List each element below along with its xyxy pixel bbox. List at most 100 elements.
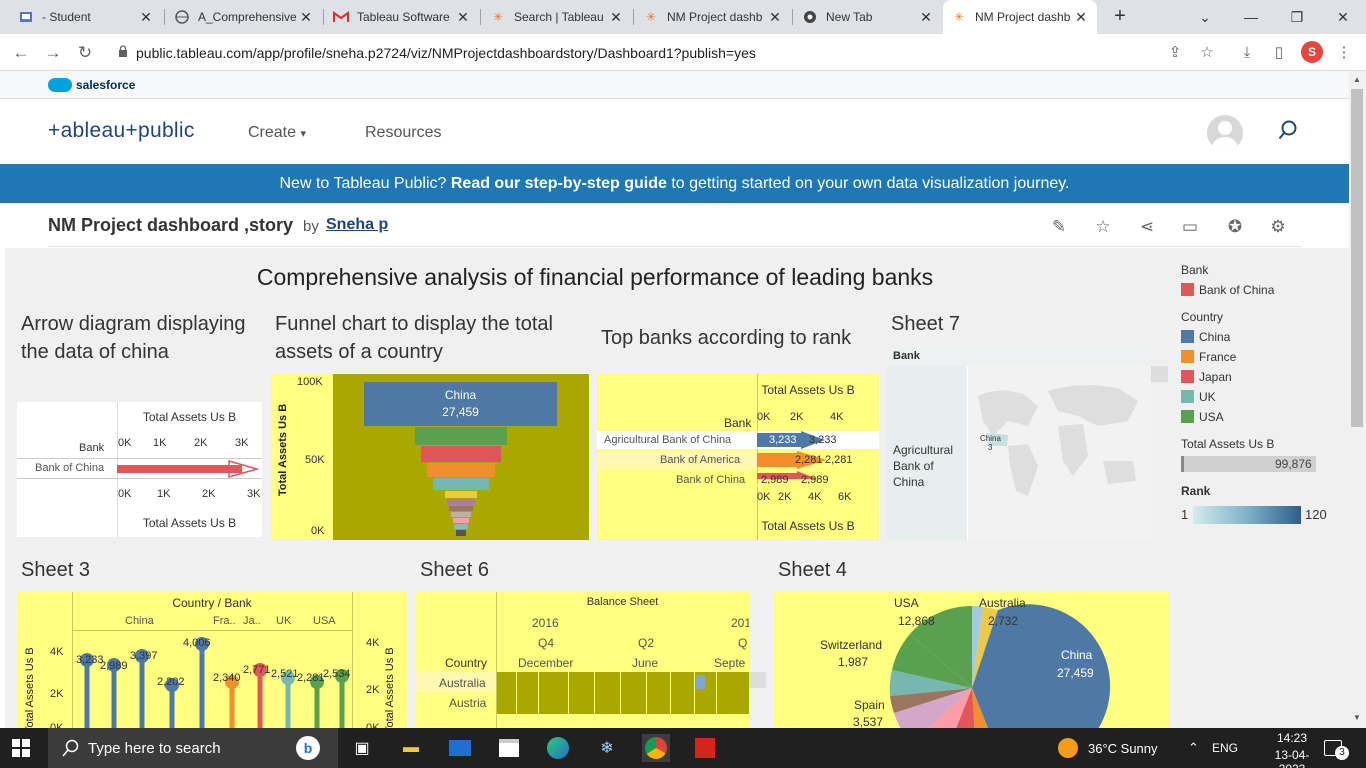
legend-rank-min: 1 (1181, 507, 1189, 522)
sheet6-scroll-indicator[interactable] (749, 672, 766, 688)
funnel-chart-panel[interactable]: Total Assets Us B 100K 50K 0K China 27,4… (271, 374, 589, 540)
nav-resources[interactable]: Resources (365, 124, 441, 142)
legend-item-japan[interactable]: Japan (1199, 370, 1232, 384)
badge-icon[interactable]: ✪ (1224, 216, 1246, 238)
tab-search-tableau[interactable]: ✳ Search | Tableau P ✕ (482, 0, 632, 34)
edge-icon[interactable] (544, 734, 572, 762)
world-map[interactable]: China 3 (968, 366, 1151, 540)
y-tick-label: 2K (50, 688, 64, 700)
edit-copy-icon[interactable]: ✎ (1048, 216, 1070, 238)
settings-gear-icon[interactable]: ⚙ (1267, 216, 1289, 238)
country-label: UK (276, 615, 292, 627)
notification-center-icon[interactable]: 3 (1324, 728, 1349, 768)
tab-new-tab[interactable]: New Tab ✕ (794, 0, 942, 34)
back-arrow-icon[interactable]: ← (8, 40, 34, 66)
share-icon[interactable]: ⋖ (1136, 216, 1158, 238)
url-text: public.tableau.com/app/profile/sneha.p27… (136, 44, 756, 61)
minimize-button[interactable]: — (1228, 0, 1274, 34)
close-icon[interactable]: ✕ (455, 9, 471, 26)
top-banks-panel[interactable]: Total Assets Us B Bank 0K 2K 4K Agricult… (597, 374, 879, 540)
bookmark-star-icon[interactable]: ☆ (1196, 42, 1218, 64)
tick-label: 2K (194, 437, 208, 449)
sheet6-panel[interactable]: Balance Sheet 2016 201 Q4 Q2 Q December … (416, 592, 749, 728)
legend-rank-gradient[interactable] (1193, 506, 1301, 524)
file-explorer-icon[interactable]: ▬ (397, 734, 425, 762)
month-label: December (518, 656, 574, 670)
arrow-diagram-panel[interactable]: Total Assets Us B Bank 0K 1K 2K 3K Bank … (17, 402, 262, 537)
legend-item-china[interactable]: China (1199, 330, 1230, 344)
clock[interactable]: 14:23 13-04-2023 (1262, 731, 1322, 768)
restore-button[interactable]: ❐ (1274, 0, 1320, 34)
comment-icon[interactable]: ▭ (1179, 216, 1201, 238)
address-bar[interactable]: public.tableau.com/app/profile/sneha.p27… (110, 38, 1230, 67)
reload-icon[interactable]: ↻ (72, 40, 98, 66)
arrow-bar[interactable] (117, 460, 262, 478)
banner-guide-link[interactable]: Read our step-by-step guide (451, 175, 667, 192)
sidepanel-icon[interactable]: ▯ (1268, 42, 1290, 64)
pie-label-name: Spain (854, 698, 885, 712)
task-view-icon[interactable]: ▣ (348, 734, 376, 762)
data-label: 3,397 (130, 650, 158, 662)
tab-nm-project-1[interactable]: ✳ NM Project dashb ✕ (635, 0, 791, 34)
legend-item-france[interactable]: France (1199, 350, 1236, 364)
sheet4-panel[interactable]: USA 12,868 Australia 2,732 Switzerland 1… (774, 592, 1169, 728)
browser-toolbar: ← → ↻ public.tableau.com/app/profile/sne… (0, 34, 1366, 71)
country-label: USA (313, 615, 336, 627)
profile-avatar[interactable]: S (1301, 41, 1323, 63)
language-indicator[interactable]: ENG (1212, 728, 1238, 768)
search-icon[interactable] (1278, 120, 1298, 140)
year-label: 2016 (532, 616, 559, 630)
sheet7-map-panel[interactable]: Bank Agricultural Bank of China China 3 (887, 346, 1151, 540)
bing-icon[interactable]: b (296, 736, 320, 760)
weather-widget[interactable]: 36°C Sunny (1058, 728, 1158, 768)
quarter-label: Q (738, 636, 748, 650)
tab-search-dropdown-icon[interactable]: ⌄ (1182, 0, 1228, 34)
mail-icon[interactable] (446, 734, 474, 762)
taskbar-search-box[interactable]: Type here to search b (48, 728, 338, 768)
forward-arrow-icon[interactable]: → (40, 40, 66, 66)
close-icon[interactable]: ✕ (298, 9, 314, 26)
scroll-up-icon[interactable]: ▲ (1353, 75, 1361, 84)
menu-kebab-icon[interactable]: ⋮ (1333, 42, 1355, 64)
legend-item-usa[interactable]: USA (1199, 410, 1224, 424)
user-avatar[interactable] (1207, 115, 1243, 151)
share-icon[interactable]: ⇪ (1164, 42, 1186, 64)
tableau-dashboard: Comprehensive analysis of financial perf… (5, 248, 1349, 728)
close-icon[interactable]: ✕ (1073, 9, 1089, 26)
page-scrollbar[interactable]: ▲ ▼ (1349, 71, 1366, 728)
balance-sheet-heatmap[interactable] (497, 672, 749, 714)
globe-icon (174, 9, 190, 25)
legend-country-title: Country (1181, 310, 1224, 324)
scroll-down-icon[interactable]: ▼ (1353, 713, 1361, 722)
tab-comprehensive[interactable]: A_Comprehensive ✕ (166, 0, 322, 34)
map-scroll-indicator[interactable] (1151, 366, 1168, 382)
legend-assets-value: 99,876 (1275, 457, 1312, 471)
close-icon[interactable]: ✕ (918, 9, 934, 26)
chrome-taskbar-icon[interactable] (642, 734, 670, 762)
scrollbar-thumb[interactable] (1351, 89, 1363, 427)
tab-nm-project-active[interactable]: ✳ NM Project dashb ✕ (943, 0, 1097, 34)
favorite-star-icon[interactable]: ☆ (1092, 216, 1114, 238)
sheet3-panel[interactable]: Country / Bank China Fra.. Ja.. UK USA T… (17, 592, 407, 728)
column-header: Bank (893, 350, 920, 362)
new-tab-button[interactable]: + (1108, 5, 1132, 29)
data-label: 2,989 (100, 660, 128, 672)
pie-label-value: 12,868 (898, 614, 935, 628)
tab-student[interactable]: - Student ✕ (10, 0, 162, 34)
viz-author-link[interactable]: Sneha p (326, 216, 388, 234)
close-icon[interactable]: ✕ (138, 9, 154, 26)
acrobat-icon[interactable] (691, 734, 719, 762)
legend-item-uk[interactable]: UK (1199, 390, 1216, 404)
tray-overflow-icon[interactable]: ⌃ (1188, 728, 1199, 768)
legend-item-bank-of-china[interactable]: Bank of China (1199, 283, 1274, 297)
close-icon[interactable]: ✕ (767, 9, 783, 26)
nav-create[interactable]: Create ▾ (248, 124, 306, 142)
windows-start-icon[interactable] (12, 739, 30, 757)
close-icon[interactable]: ✕ (608, 9, 624, 26)
store-icon[interactable] (495, 734, 523, 762)
tab-tableau-software[interactable]: Tableau Software ✕ (325, 0, 479, 34)
download-icon[interactable]: ⤓ (1236, 42, 1258, 64)
tableau-public-logo[interactable]: +ableau+public (48, 119, 195, 143)
snowflake-app-icon[interactable]: ❄ (593, 734, 621, 762)
close-window-button[interactable]: ✕ (1320, 0, 1366, 34)
